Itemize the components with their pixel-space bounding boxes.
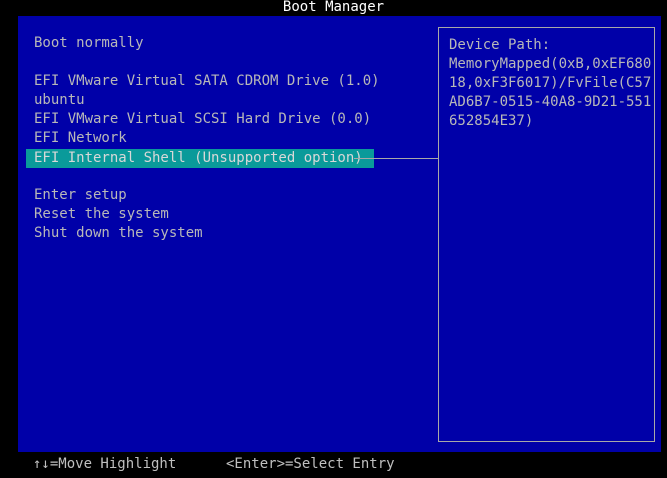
- device-path-line: AD6B7-0515-40A8-9D21-551: [449, 94, 652, 110]
- menu-item-efi-network[interactable]: EFI Network: [34, 129, 127, 148]
- boot-manager-screen: Boot normally EFI VMware Virtual SATA CD…: [18, 16, 661, 452]
- selection-connector-line: [354, 158, 438, 159]
- footer-hint-bar: ↑↓=Move Highlight <Enter>=Select Entry: [0, 452, 667, 478]
- device-path-line: 18,0xF3F6017)/FvFile(C57: [449, 75, 652, 91]
- menu-item-efi-scsi-hard-drive[interactable]: EFI VMware Virtual SCSI Hard Drive (0.0): [34, 110, 371, 129]
- menu-item-efi-internal-shell[interactable]: EFI Internal Shell (Unsupported option): [26, 149, 374, 168]
- menu-item-reset-system[interactable]: Reset the system: [34, 205, 169, 224]
- menu-item-enter-setup[interactable]: Enter setup: [34, 186, 127, 205]
- device-path-heading: Device Path:: [449, 37, 551, 53]
- menu-item-efi-sata-cdrom[interactable]: EFI VMware Virtual SATA CDROM Drive (1.0…: [34, 72, 380, 91]
- move-highlight-hint: ↑↓=Move Highlight: [33, 456, 177, 472]
- device-info-panel: Device Path: MemoryMapped(0xB,0xEF680 18…: [438, 27, 655, 442]
- device-path-text: Device Path: MemoryMapped(0xB,0xEF680 18…: [449, 36, 651, 131]
- menu-item-ubuntu[interactable]: ubuntu: [34, 91, 85, 110]
- menu-item-shut-down[interactable]: Shut down the system: [34, 224, 203, 243]
- boot-menu: Boot normally EFI VMware Virtual SATA CD…: [18, 16, 438, 452]
- select-entry-hint: <Enter>=Select Entry: [226, 456, 395, 472]
- menu-item-boot-normally[interactable]: Boot normally: [34, 34, 144, 53]
- device-path-line: MemoryMapped(0xB,0xEF680: [449, 56, 652, 72]
- window-title: Boot Manager: [282, 0, 385, 15]
- device-path-line: 652854E37): [449, 113, 534, 129]
